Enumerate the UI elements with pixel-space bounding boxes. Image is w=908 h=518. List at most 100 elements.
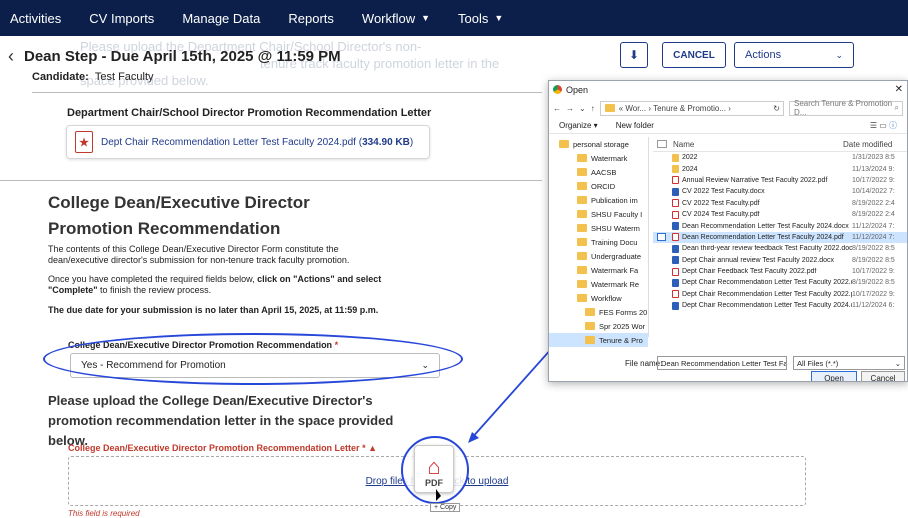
row-checkbox[interactable] [657,279,666,287]
tree-item[interactable]: Watermark Re [549,277,648,291]
nav-item-manage-data[interactable]: Manage Data [168,0,274,36]
tree-item-label: Watermark [591,153,628,163]
tree-item[interactable]: ORCID [549,179,648,193]
search-placeholder: Search Tenure & Promotion D... [794,99,893,117]
tree-item[interactable]: Tenure & Pro [549,333,648,347]
folder-icon [604,104,615,112]
file-row[interactable]: Dept Chair Recommendation Letter Test Fa… [653,289,907,300]
tree-item[interactable]: AACSB [549,165,648,179]
file-name-cell: Dean Recommendation Letter Test Faculty … [672,233,852,242]
back-chevron-icon[interactable]: ‹ [8,46,14,67]
folder-icon [577,224,587,232]
nav-item-workflow[interactable]: Workflow ▼ [348,0,444,36]
back-arrow-icon[interactable]: ← [553,104,561,113]
pdf-file-icon [672,267,679,276]
file-row[interactable]: Dean third-year review feedback Test Fac… [653,243,907,254]
file-row[interactable]: CV 2024 Test Faculty.pdf 8/19/2022 2:4 [653,209,907,220]
tree-item-label: ORCID [591,181,616,191]
tree-item[interactable]: personal storage [549,137,648,151]
nav-item-label: Activities [10,10,62,26]
file-row[interactable]: Dept Chair Recommendation Letter Test Fa… [653,277,907,288]
word-file-icon [672,222,679,231]
instr-text: to finish the review process. [97,285,212,295]
dialog-cancel-button[interactable]: Cancel [861,371,905,381]
tree-item[interactable]: Undergraduate [549,249,648,263]
file-row[interactable]: CV 2022 Test Faculty.docx 10/14/2022 7: [653,186,907,197]
refresh-icon[interactable]: ↻ [773,104,783,113]
file-open-dialog[interactable]: Open ✕ ← → ⌄ ↑ « Wor... › Tenure & Promo… [548,80,908,382]
file-link[interactable]: Dept Chair Recommendation Letter Test Fa… [101,137,413,148]
folder-icon [577,294,587,302]
file-name-cell: 2024 [672,165,852,174]
folder-icon [672,153,679,162]
row-checkbox[interactable] [657,188,666,196]
tree-item[interactable]: FES Forms 20 [549,305,648,319]
nav-item-activities[interactable]: Activities [0,0,75,36]
tree-item[interactable]: Spr 2025 Wor [549,319,648,333]
row-checkbox[interactable] [657,245,666,253]
select-all-checkbox[interactable] [657,140,667,148]
divider [32,92,542,93]
filetype-select[interactable]: All Files (*.*) ⌄ [793,356,905,370]
file-date: 1/31/2023 8:5 [852,154,895,162]
column-name[interactable]: Name [673,140,843,149]
file-row[interactable]: Dean Recommendation Letter Test Faculty … [653,220,907,231]
tree-item[interactable]: SHSU Waterm [549,221,648,235]
row-checkbox[interactable] [657,268,666,276]
close-icon[interactable]: ✕ [895,84,907,95]
row-checkbox[interactable] [657,199,666,207]
file-row[interactable]: CV 2022 Test Faculty.pdf 8/19/2022 2:4 [653,198,907,209]
folder-icon [672,165,679,174]
download-button[interactable]: ⬇ [620,42,648,68]
path-box[interactable]: « Wor... › Tenure & Promotio... › ↻ [599,100,784,116]
file-row[interactable]: 2022 1/31/2023 8:5 [653,152,907,163]
nav-item-cv-imports[interactable]: CV Imports [75,0,168,36]
open-button[interactable]: Open [811,371,857,381]
chair-letter-file[interactable]: ★ Dept Chair Recommendation Letter Test … [66,125,430,159]
pdf-file-icon [672,233,679,242]
nav-item-tools[interactable]: Tools ▼ [444,0,517,36]
cancel-button[interactable]: CANCEL [662,42,726,68]
row-checkbox[interactable] [657,256,666,264]
word-file-icon [672,301,679,310]
up-arrow-icon[interactable]: ↑ [591,104,595,113]
file-row[interactable]: 2024 11/13/2024 9: [653,163,907,174]
row-checkbox[interactable] [657,302,666,310]
acrobat-icon: ⌂ [427,454,441,479]
new-folder-button[interactable]: New folder [616,121,654,130]
tree-item[interactable]: Workflow [549,291,648,305]
tree-item[interactable]: SHSU Faculty I [549,207,648,221]
row-checkbox[interactable] [657,222,666,230]
chevron-down-icon[interactable]: ⌄ [579,104,586,113]
tree-item[interactable]: Publication im [549,193,648,207]
filename-input[interactable]: Dean Recommendation Letter Test Fac [657,356,787,370]
nav-item-reports[interactable]: Reports [274,0,348,36]
column-date[interactable]: Date modified [843,140,892,149]
row-checkbox[interactable] [657,290,666,298]
tree-item-label: Workflow [591,293,622,303]
tree-item[interactable]: Watermark Fa [549,263,648,277]
row-checkbox[interactable] [657,154,666,162]
file-row[interactable]: Dept Chair Recommendation Letter Test Fa… [653,300,907,311]
tree-item[interactable]: Watermark [549,151,648,165]
search-input[interactable]: Search Tenure & Promotion D... ⌕ [789,99,903,117]
dragged-pdf-icon: ⌂ PDF [414,445,454,493]
organize-menu[interactable]: Organize ▾ [559,121,598,130]
forward-arrow-icon[interactable]: → [566,104,574,113]
actions-dropdown[interactable]: Actions ⌄ [734,42,854,68]
tree-item[interactable]: Training Docu [549,235,648,249]
file-row[interactable]: Dean Recommendation Letter Test Faculty … [653,231,907,244]
row-checkbox[interactable] [657,176,666,184]
row-checkbox[interactable] [657,233,666,242]
file-row[interactable]: Annual Review Narrative Test Faculty 202… [653,175,907,186]
view-options-icon[interactable]: ☰ ▭ ⓘ [870,120,897,131]
folder-tree: personal storage Watermark AACSB ORCID Publi… [549,137,649,347]
actions-label: Actions [745,49,782,61]
folder-icon [577,196,587,204]
row-checkbox[interactable] [657,165,666,173]
row-checkbox[interactable] [657,211,666,219]
file-date: 10/17/2022 9: [852,268,895,276]
file-row[interactable]: Dept Chair annual review Test Faculty 20… [653,255,907,266]
nav-item-label: Workflow [361,10,416,26]
file-row[interactable]: Dept Chair Feedback Test Faculty 2022.pd… [653,266,907,277]
